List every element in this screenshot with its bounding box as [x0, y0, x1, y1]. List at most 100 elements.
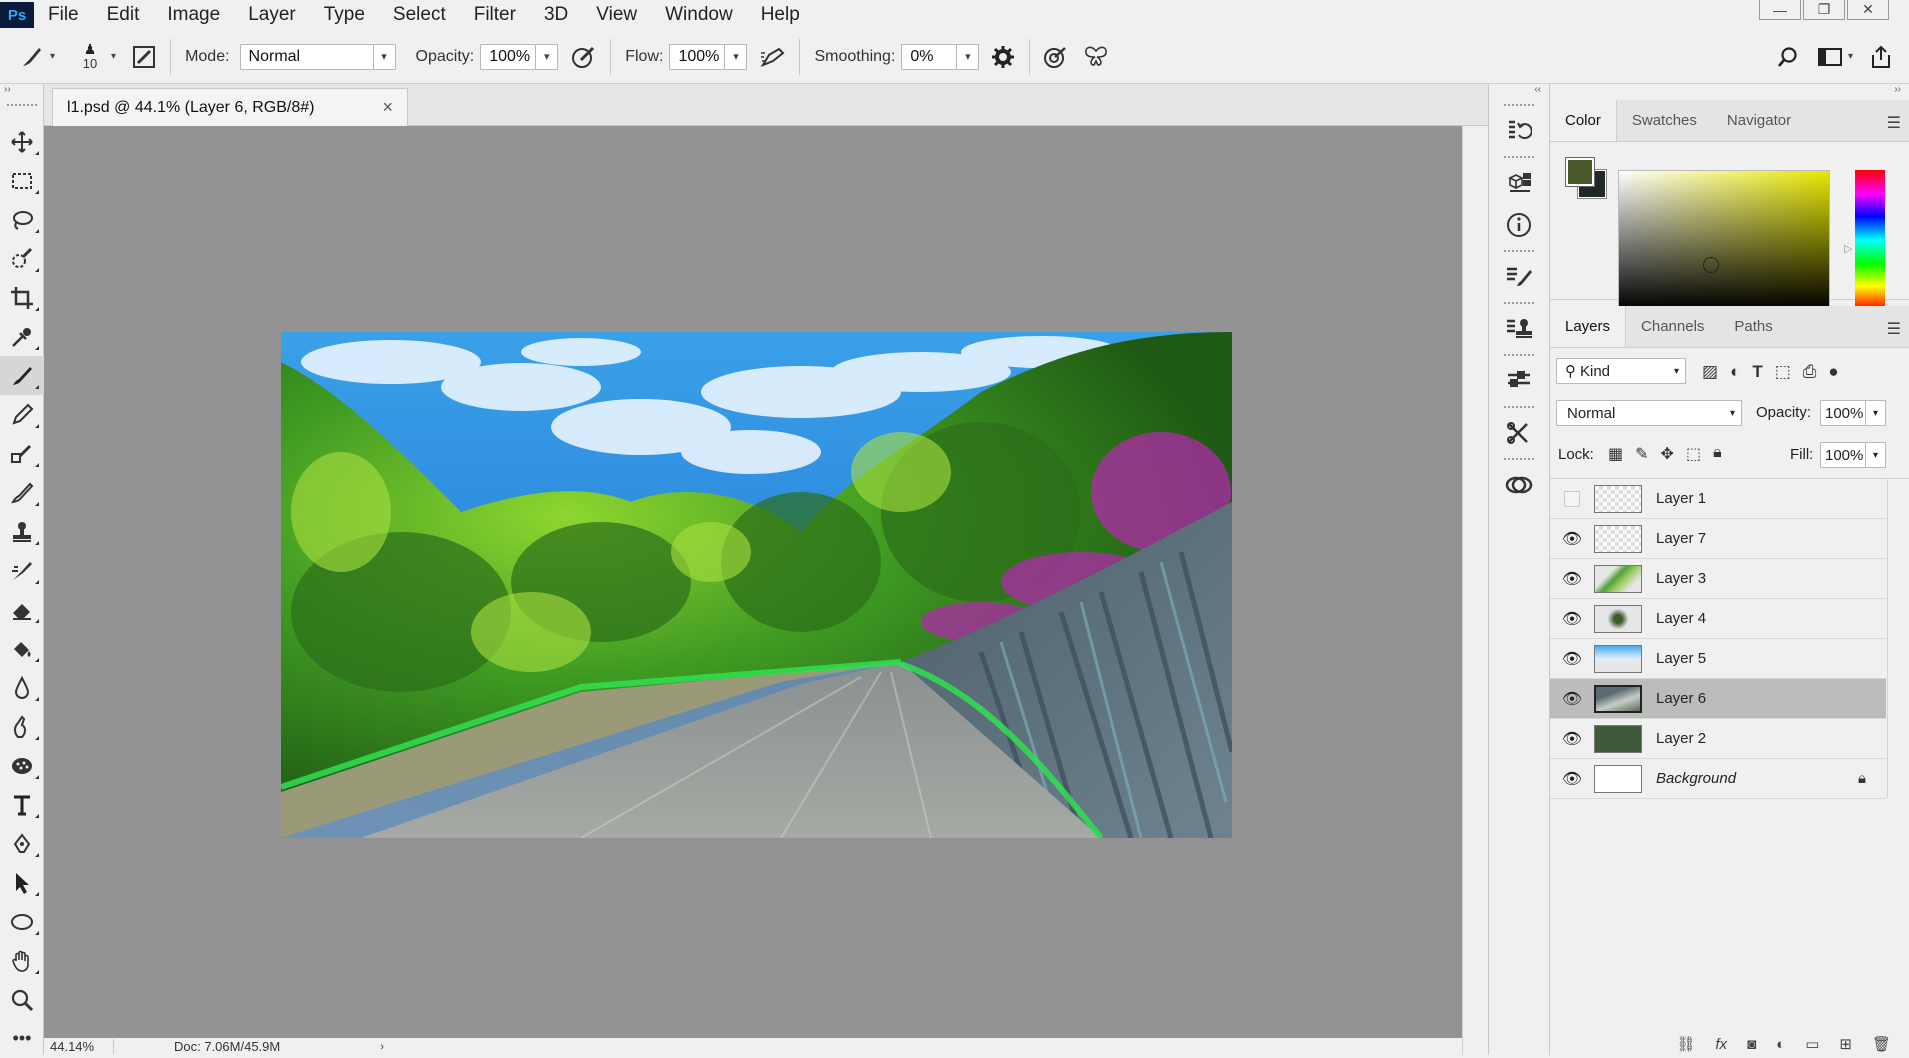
properties-panel-icon[interactable] — [1489, 360, 1549, 402]
paint-bucket-tool-icon[interactable] — [0, 629, 44, 668]
share-icon[interactable] — [1863, 39, 1899, 75]
close-button[interactable]: ✕ — [1847, 0, 1889, 20]
hue-slider-handle-icon[interactable]: ▷ — [1844, 242, 1852, 255]
sponge-tool-icon[interactable] — [0, 746, 44, 785]
layer-row-background[interactable]: 👁︎ Background 🔒︎ — [1550, 759, 1886, 799]
opacity-dropdown-icon[interactable]: ▾ — [536, 43, 559, 70]
mode-dropdown-icon[interactable]: ▾ — [373, 43, 396, 70]
layer-name[interactable]: Layer 4 — [1656, 610, 1706, 627]
tab-navigator[interactable]: Navigator — [1712, 100, 1806, 141]
eye-icon[interactable]: 👁︎ — [1550, 599, 1594, 639]
brush-size-dropdown-icon[interactable]: ▾ — [111, 51, 116, 62]
folder-icon[interactable]: ▭ — [1805, 1035, 1819, 1053]
tab-channels[interactable]: Channels — [1626, 306, 1719, 347]
workspace-dropdown-icon[interactable]: ▾ — [1848, 51, 1853, 62]
more-tools-icon[interactable]: ••• — [0, 1019, 44, 1058]
mask-icon[interactable]: ◙ — [1747, 1036, 1756, 1053]
workspace-icon[interactable] — [1812, 39, 1848, 75]
mode-select[interactable]: Normal — [239, 43, 374, 70]
layer-row-layer-4[interactable]: 👁︎ Layer 4 — [1550, 599, 1886, 639]
filter-toggle-icon[interactable]: ● — [1828, 362, 1838, 382]
filter-shape-layers-icon[interactable]: ⬚ — [1775, 362, 1791, 382]
brush-tool-preset-icon[interactable] — [14, 39, 50, 75]
canvas-viewport[interactable] — [44, 126, 1462, 1038]
layer-row-layer-6[interactable]: 👁︎ Layer 6 — [1550, 679, 1886, 719]
status-menu-arrow-icon[interactable]: › — [380, 1041, 384, 1053]
layer-row-layer-5[interactable]: 👁︎ Layer 5 — [1550, 639, 1886, 679]
smoothing-input[interactable]: 0% — [901, 43, 958, 70]
filter-type-layers-icon[interactable]: T — [1752, 362, 1762, 382]
layer-row-layer-3[interactable]: 👁︎ Layer 3 — [1550, 559, 1886, 599]
visibility-toggle-off[interactable] — [1550, 479, 1594, 519]
menu-3d[interactable]: 3D — [530, 0, 582, 30]
menu-edit[interactable]: Edit — [93, 0, 154, 30]
lock-transparent-pixels-icon[interactable]: ▦ — [1608, 444, 1623, 464]
foreground-color-swatch[interactable] — [1565, 157, 1595, 187]
brush-size-picker[interactable]: ♟ 10 — [73, 42, 107, 71]
vertical-scrollbar[interactable] — [1462, 126, 1488, 1055]
fill-input[interactable]: 100% — [1820, 442, 1866, 468]
eye-icon[interactable]: 👁︎ — [1550, 519, 1594, 559]
opacity-input[interactable]: 100% — [480, 43, 537, 70]
brush-tool-icon[interactable] — [0, 356, 44, 395]
new-layer-icon[interactable]: ⊞ — [1839, 1035, 1852, 1053]
menu-file[interactable]: File — [34, 0, 93, 30]
layers-scrollbar[interactable] — [1887, 478, 1909, 798]
tab-swatches[interactable]: Swatches — [1617, 100, 1712, 141]
layer-name[interactable]: Layer 2 — [1656, 730, 1706, 747]
hand-tool-icon[interactable] — [0, 941, 44, 980]
eyedropper-tool-icon[interactable] — [0, 317, 44, 356]
search-icon[interactable] — [1770, 39, 1806, 75]
menu-help[interactable]: Help — [747, 0, 814, 30]
eye-icon[interactable]: 👁︎ — [1550, 759, 1594, 799]
menu-filter[interactable]: Filter — [460, 0, 530, 30]
type-tool-icon[interactable] — [0, 785, 44, 824]
lock-position-icon[interactable]: ✥ — [1661, 444, 1674, 464]
symmetry-butterfly-icon[interactable] — [1078, 39, 1114, 75]
filter-smart-objects-icon[interactable]: ⎙ — [1803, 362, 1817, 382]
3d-panel-icon[interactable] — [1489, 162, 1549, 204]
layer-filter-select[interactable]: ⚲ Kind ▾ — [1556, 358, 1686, 384]
preset-dropdown-icon[interactable]: ▾ — [50, 51, 55, 62]
layer-name[interactable]: Layer 1 — [1656, 490, 1706, 507]
history-brush-tool-icon[interactable] — [0, 473, 44, 512]
layer-name[interactable]: Layer 6 — [1656, 690, 1706, 707]
layer-name[interactable]: Layer 3 — [1656, 570, 1706, 587]
trash-icon[interactable]: 🗑︎ — [1872, 1035, 1891, 1053]
color-field[interactable] — [1618, 170, 1830, 310]
menu-window[interactable]: Window — [651, 0, 747, 30]
layer-row-layer-1[interactable]: Layer 1 — [1550, 479, 1886, 519]
restore-button[interactable]: ❐ — [1803, 0, 1845, 20]
pressure-opacity-icon[interactable] — [566, 39, 602, 75]
flow-dropdown-icon[interactable]: ▾ — [725, 43, 748, 70]
move-tool-icon[interactable] — [0, 122, 44, 161]
pencil-tool-icon[interactable] — [0, 395, 44, 434]
link-icon[interactable]: ⛓ — [1676, 1035, 1695, 1053]
lasso-tool-icon[interactable] — [0, 200, 44, 239]
stamp-tool-icon[interactable] — [0, 512, 44, 551]
tools-panel-icon[interactable] — [1489, 412, 1549, 454]
path-selection-tool-icon[interactable] — [0, 863, 44, 902]
brush-settings-panel-icon[interactable] — [126, 39, 162, 75]
ellipse-tool-icon[interactable] — [0, 902, 44, 941]
airbrush-icon[interactable] — [755, 39, 791, 75]
marquee-tool-icon[interactable] — [0, 161, 44, 200]
flow-input[interactable]: 100% — [669, 43, 726, 70]
history-panel-icon[interactable] — [1489, 110, 1549, 152]
tab-color[interactable]: Color — [1550, 100, 1617, 141]
lock-icon[interactable]: 🔒︎ — [1858, 770, 1866, 787]
layer-row-layer-7[interactable]: 👁︎ Layer 7 — [1550, 519, 1886, 559]
eye-icon[interactable]: 👁︎ — [1550, 559, 1594, 599]
lock-all-icon[interactable]: 🔒︎ — [1713, 444, 1722, 464]
menu-image[interactable]: Image — [153, 0, 234, 30]
lock-artboard-icon[interactable]: ⬚ — [1686, 444, 1701, 464]
color-picker-handle[interactable] — [1703, 257, 1719, 273]
layer-name[interactable]: Layer 7 — [1656, 530, 1706, 547]
layers-panel-menu-icon[interactable]: ☰ — [1887, 319, 1901, 339]
artwork-canvas[interactable] — [281, 332, 1232, 838]
eye-icon[interactable]: 👁︎ — [1550, 679, 1594, 719]
adjustment-icon[interactable]: ◐ — [1776, 1036, 1785, 1053]
hue-slider[interactable] — [1855, 170, 1885, 310]
smoothing-options-gear-icon[interactable] — [985, 39, 1021, 75]
crop-tool-icon[interactable] — [0, 278, 44, 317]
